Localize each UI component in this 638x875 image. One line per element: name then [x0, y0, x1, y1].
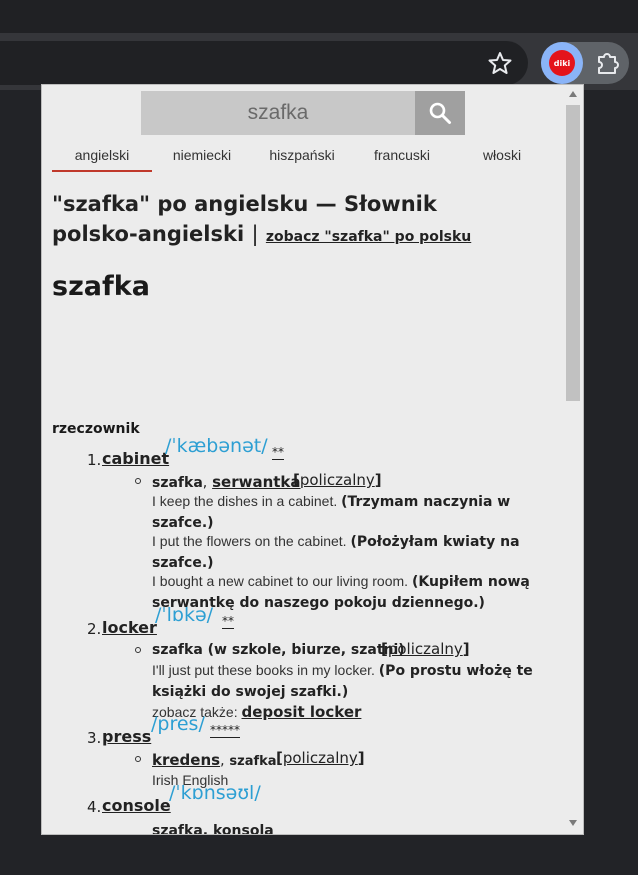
search-button[interactable] — [415, 91, 465, 135]
tab-angielski[interactable]: angielski — [52, 147, 152, 172]
scroll-up-arrow-icon[interactable] — [569, 91, 577, 97]
list-bullet — [135, 647, 141, 653]
tab-wloski[interactable]: włoski — [452, 147, 552, 163]
list-bullet — [135, 478, 141, 484]
scrollbar[interactable] — [563, 85, 583, 834]
tab-hiszpanski[interactable]: hiszpański — [252, 147, 352, 163]
list-bullet — [135, 756, 141, 762]
entry-number: 4. — [87, 798, 102, 816]
page-title: "szafka" po angielsku — Słownik polsko-a… — [52, 189, 522, 252]
example-sentence: I'll just put these books in my locker. … — [152, 662, 533, 700]
entry-ipa[interactable]: /ˈkɒnsəʊl/ — [169, 782, 261, 804]
title-separator: | — [251, 222, 259, 246]
search-input[interactable]: szafka — [141, 91, 415, 135]
meaning-link[interactable]: kredens — [152, 751, 220, 769]
entry-meaning: kredens, szafka — [152, 751, 277, 769]
entry-meaning: szafka, serwantka — [152, 473, 301, 491]
grammar-tag: [policzalny] — [381, 640, 470, 658]
frequency-stars: ***** — [210, 723, 240, 738]
diki-logo: diki — [549, 50, 575, 76]
scroll-down-arrow-icon[interactable] — [569, 820, 577, 826]
entry-ipa[interactable]: /ˈkæbənət/ — [165, 435, 268, 457]
entry-meaning: szafka (w szkole, biurze, szatni) — [152, 642, 405, 658]
entry-number: 1. — [87, 451, 102, 469]
entry-ipa[interactable]: /ˈlɒkə/ — [155, 604, 213, 626]
diki-extension-button[interactable]: diki — [541, 42, 583, 84]
entry-word[interactable]: console — [102, 796, 171, 815]
puzzle-icon[interactable] — [594, 50, 622, 76]
example-sentence: I put the flowers on the cabinet. (Położ… — [152, 533, 520, 571]
part-of-speech: rzeczownik — [52, 421, 140, 437]
popup-content: szafka angielski niemiecki hiszpański fr… — [42, 85, 564, 834]
star-outline-icon[interactable] — [486, 50, 514, 76]
headword: szafka — [52, 271, 150, 302]
grammar-tag: [policzalny] — [276, 749, 365, 767]
frequency-stars: ** — [272, 445, 284, 460]
tab-francuski[interactable]: francuski — [352, 147, 452, 163]
scrollbar-thumb[interactable] — [566, 105, 580, 401]
grammar-tag: [policzalny] — [293, 471, 382, 489]
tab-niemiecki[interactable]: niemiecki — [152, 147, 252, 163]
example-sentence: I keep the dishes in a cabinet. (Trzymam… — [152, 493, 511, 531]
meaning-link[interactable]: serwantka — [212, 473, 300, 491]
entry-word[interactable]: press — [102, 727, 151, 746]
see-also-link[interactable]: deposit locker — [242, 703, 362, 721]
address-bar[interactable] — [0, 41, 528, 85]
frequency-stars: ** — [222, 614, 234, 629]
entry-number: 3. — [87, 729, 102, 747]
see-polish-link[interactable]: zobacz "szafka" po polsku — [266, 229, 471, 245]
entry-word[interactable]: cabinet — [102, 449, 169, 468]
entry-meaning: szafka, konsola — [152, 823, 274, 835]
language-tabs: angielski niemiecki hiszpański francuski… — [52, 143, 552, 173]
browser-tab-strip — [0, 0, 638, 33]
entry-word[interactable]: locker — [102, 618, 157, 637]
diki-popup: szafka angielski niemiecki hiszpański fr… — [41, 84, 584, 835]
search-icon — [429, 102, 451, 124]
entry-ipa[interactable]: /pres/ — [151, 713, 205, 735]
entry-number: 2. — [87, 620, 102, 638]
